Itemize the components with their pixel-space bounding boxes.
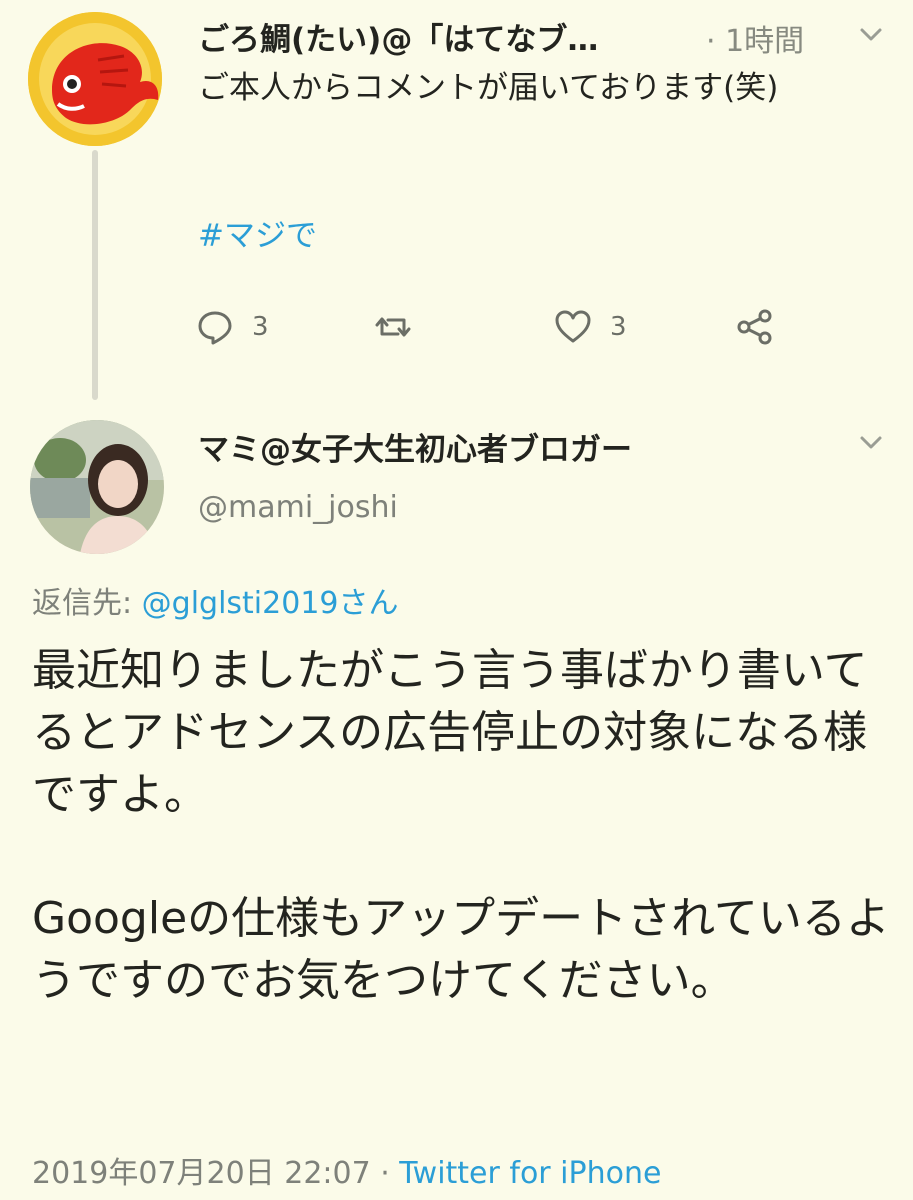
thread-connector-line: [92, 150, 98, 400]
client-link[interactable]: Twitter for iPhone: [399, 1156, 661, 1191]
reply-button[interactable]: 3: [196, 302, 269, 352]
tweet-text: ご本人からコメントが届いております(笑): [198, 70, 779, 106]
red-fish-avatar-icon: [28, 12, 162, 146]
tweet-time[interactable]: · 1時間: [706, 16, 804, 60]
avatar[interactable]: [30, 420, 164, 554]
heart-icon: [555, 310, 591, 343]
avatar[interactable]: [28, 12, 162, 146]
tweet-actions: 3 3: [196, 302, 796, 352]
display-name[interactable]: マミ@女子大生初心者ブロガー: [198, 424, 632, 469]
like-button[interactable]: 3: [554, 302, 627, 352]
tweet-meta: 2019年07月20日 22:07 · Twitter for iPhone: [32, 1148, 661, 1192]
like-count: 3: [610, 312, 627, 342]
share-button[interactable]: [736, 302, 774, 352]
hashtag-link[interactable]: #マジで: [198, 210, 317, 255]
user-handle[interactable]: @mami_joshi: [198, 490, 398, 525]
reply-icon: [198, 311, 232, 345]
reply-count: 3: [252, 312, 269, 342]
share-icon: [737, 309, 772, 345]
reply-to-link[interactable]: @glglsti2019さん: [142, 586, 399, 621]
timestamp: 2019年07月20日 22:07 ·: [32, 1156, 400, 1191]
display-name[interactable]: ごろ鯛(たい)@「はてなブ…: [198, 14, 598, 59]
retweet-button[interactable]: [374, 302, 412, 352]
more-options-chevron-icon[interactable]: [858, 22, 884, 48]
reply-prefix: 返信先:: [32, 586, 142, 621]
tweet-text: 最近知りましたがこう言う事ばかり書いてるとアドセンスの広告停止の対象になる様です…: [32, 645, 890, 1006]
more-options-chevron-icon[interactable]: [858, 430, 884, 456]
reply-context: 返信先: @glglsti2019さん: [32, 578, 399, 622]
user-photo-avatar-icon: [30, 420, 164, 554]
retweet-icon: [375, 317, 411, 337]
